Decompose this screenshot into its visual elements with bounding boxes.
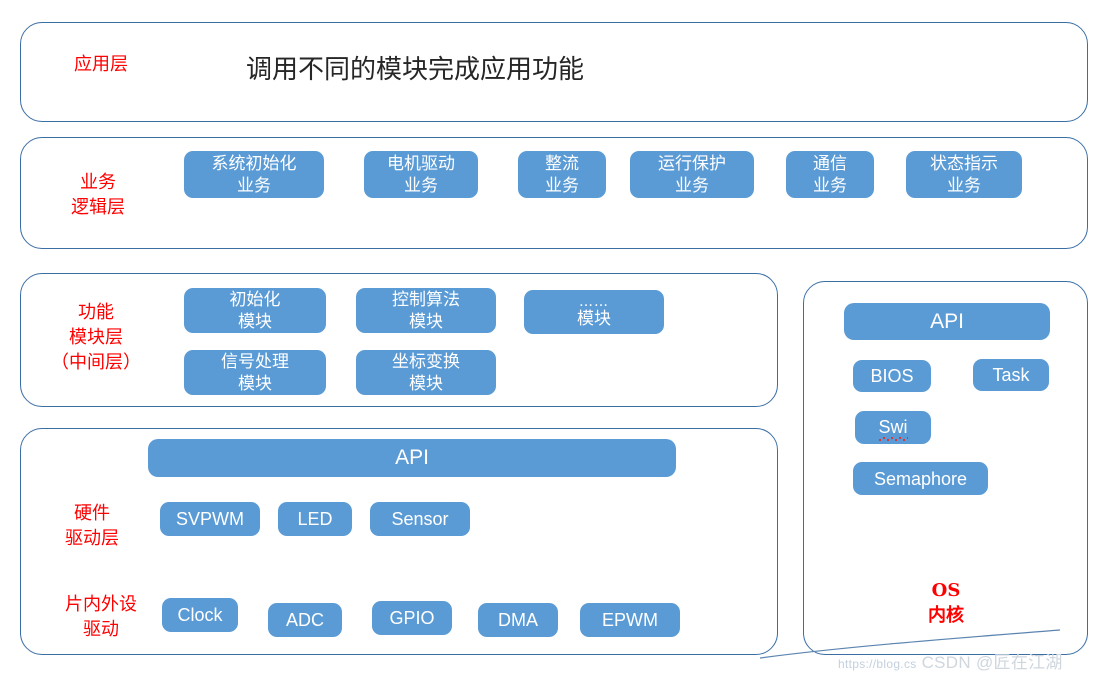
- os-node-bios[interactable]: BIOS: [853, 360, 931, 392]
- os-node-swi-label: Swi: [878, 416, 908, 441]
- hardware-node-svpwm[interactable]: SVPWM: [160, 502, 260, 536]
- os-api-bar[interactable]: API: [844, 303, 1050, 340]
- module-node-more[interactable]: …… 模块: [524, 290, 664, 334]
- os-node-swi[interactable]: Swi: [855, 411, 931, 444]
- module-node-coordinate-transform[interactable]: 坐标变换 模块: [356, 350, 496, 395]
- business-node-operation-protection[interactable]: 运行保护 业务: [630, 151, 754, 198]
- module-node-signal-processing[interactable]: 信号处理 模块: [184, 350, 326, 395]
- hardware-node-sensor[interactable]: Sensor: [370, 502, 470, 536]
- peripheral-node-gpio[interactable]: GPIO: [372, 601, 452, 635]
- os-node-task[interactable]: Task: [973, 359, 1049, 391]
- os-kernel-label: OS 内核: [928, 580, 964, 626]
- peripheral-node-adc[interactable]: ADC: [268, 603, 342, 637]
- watermark-url: https://blog.cs: [838, 657, 917, 671]
- business-node-communication[interactable]: 通信 业务: [786, 151, 874, 198]
- hardware-layer-label: 硬件 驱动层: [65, 503, 119, 549]
- business-node-system-init[interactable]: 系统初始化 业务: [184, 151, 324, 198]
- watermark: https://blog.cs CSDN @匠在江湖: [838, 648, 1063, 673]
- business-layer-label: 业务 逻辑层: [71, 172, 125, 218]
- os-node-semaphore[interactable]: Semaphore: [853, 462, 988, 495]
- business-node-rectifier[interactable]: 整流 业务: [518, 151, 606, 198]
- module-layer-label: 功能 模块层 （中间层）: [51, 302, 141, 373]
- application-layer-label: 应用层: [74, 54, 128, 75]
- watermark-text: CSDN @匠在江湖: [921, 653, 1063, 672]
- peripheral-layer-label: 片内外设 驱动: [65, 594, 137, 640]
- peripheral-node-clock[interactable]: Clock: [162, 598, 238, 632]
- peripheral-node-epwm[interactable]: EPWM: [580, 603, 680, 637]
- module-node-more-dots: ……: [579, 294, 609, 310]
- peripheral-node-dma[interactable]: DMA: [478, 603, 558, 637]
- application-layer-headline: 调用不同的模块完成应用功能: [246, 55, 585, 85]
- business-node-motor-drive[interactable]: 电机驱动 业务: [364, 151, 478, 198]
- business-node-status-indicator[interactable]: 状态指示 业务: [906, 151, 1022, 198]
- hardware-node-led[interactable]: LED: [278, 502, 352, 536]
- module-node-control-algorithm[interactable]: 控制算法 模块: [356, 288, 496, 333]
- module-node-more-label: 模块: [577, 309, 611, 329]
- module-node-initialization[interactable]: 初始化 模块: [184, 288, 326, 333]
- hardware-api-bar[interactable]: API: [148, 439, 676, 477]
